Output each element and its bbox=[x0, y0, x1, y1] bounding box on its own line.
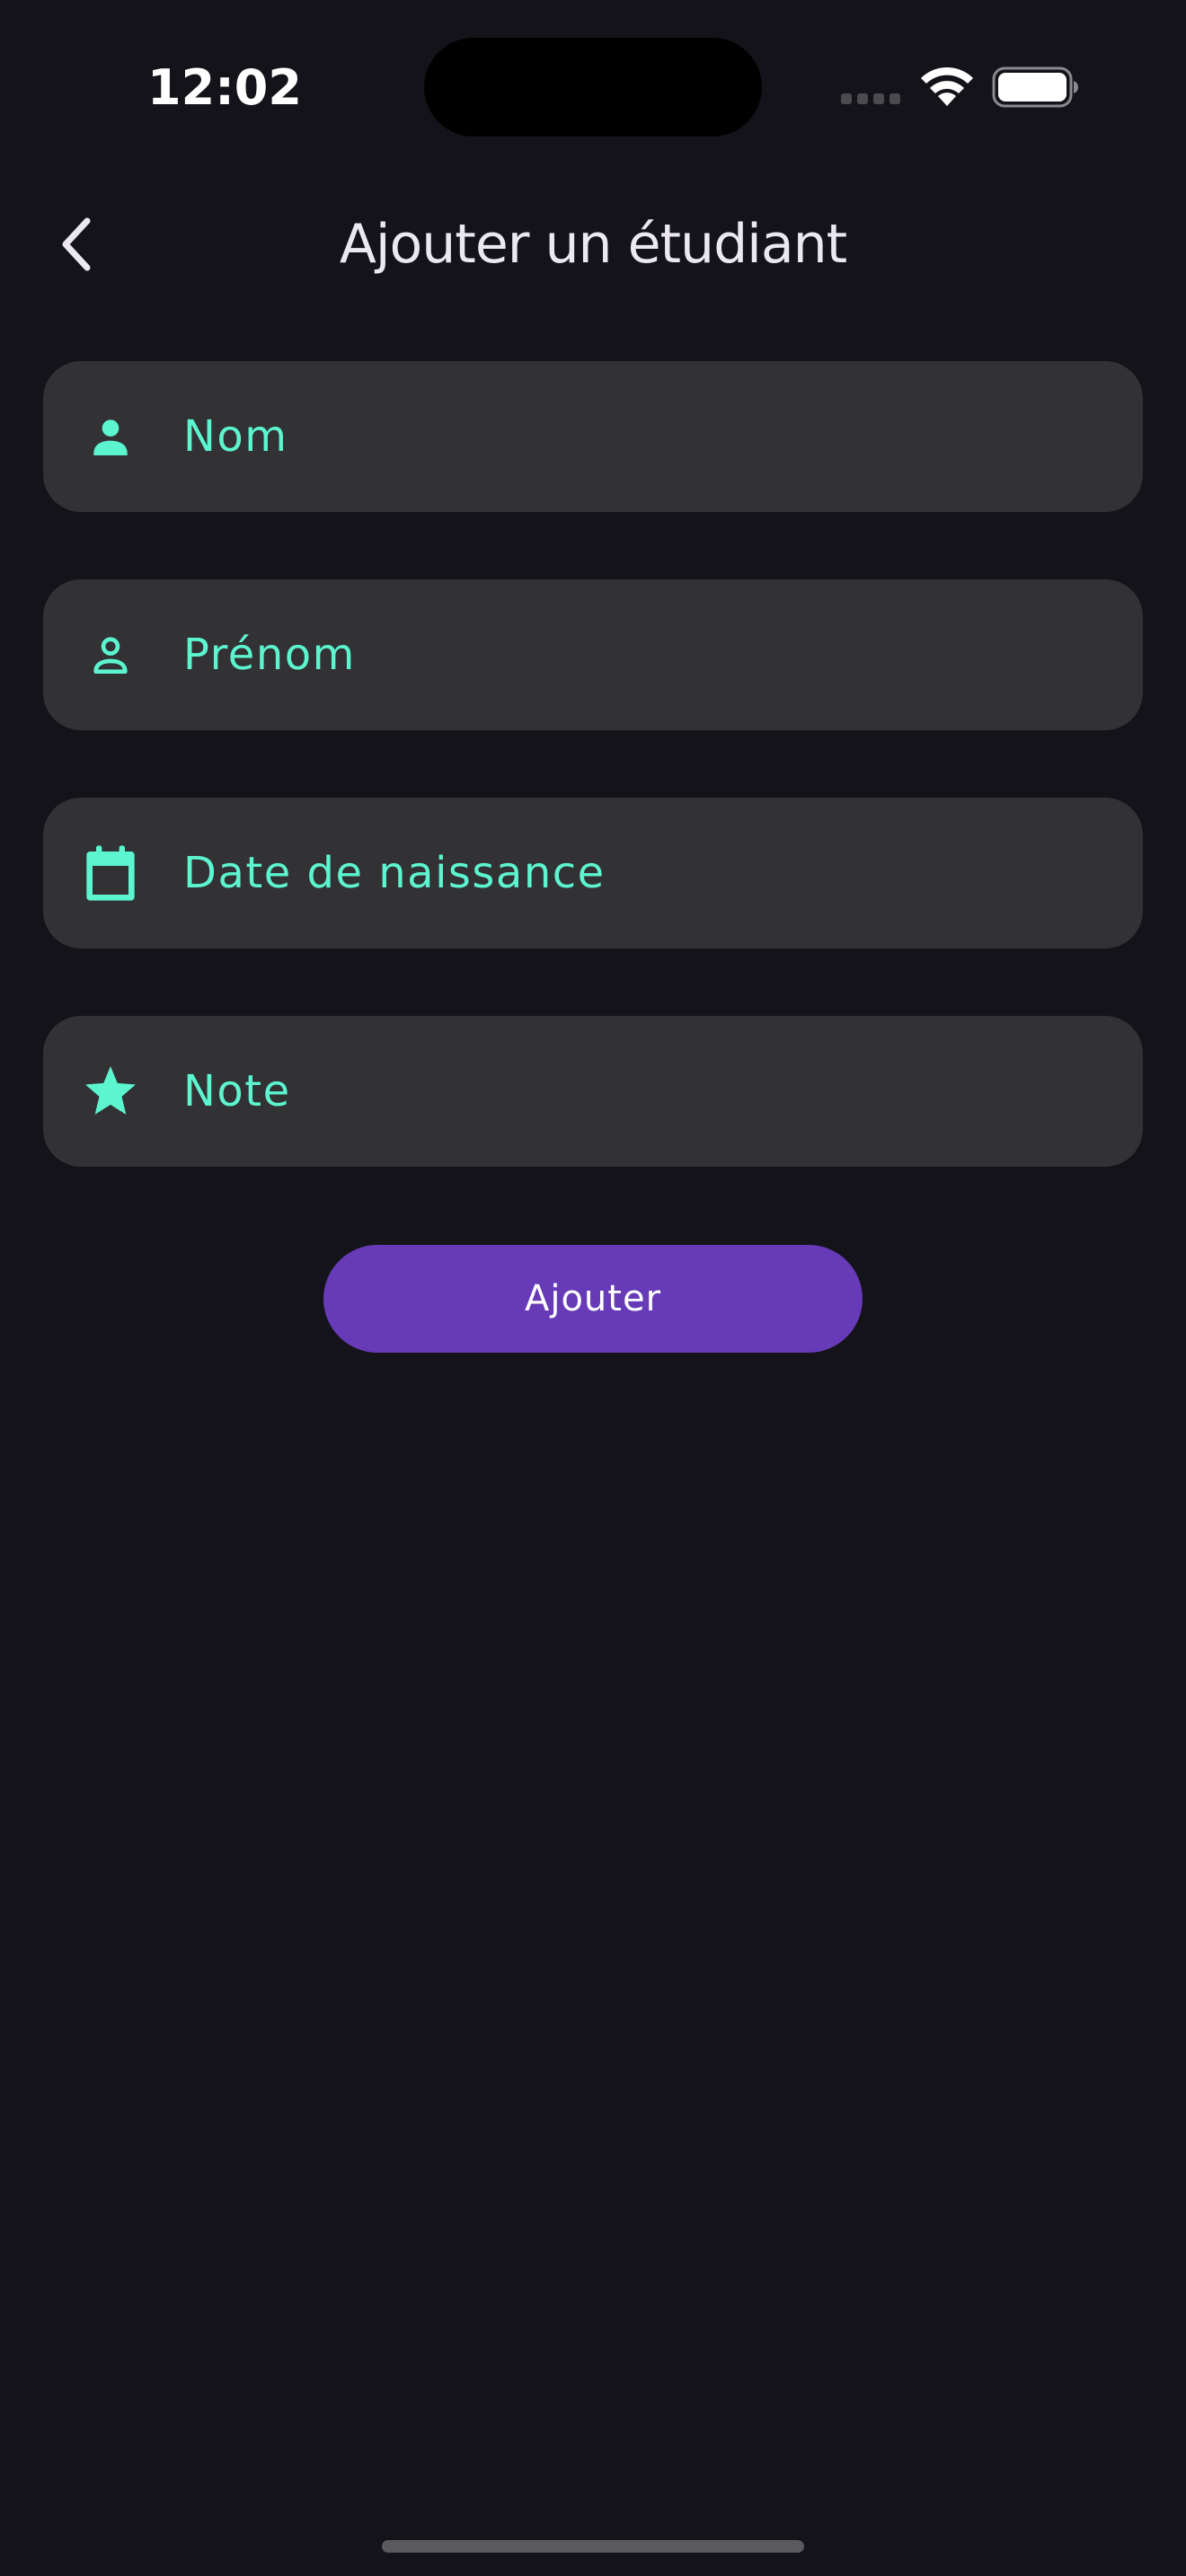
prenom-field[interactable] bbox=[43, 579, 1143, 730]
status-bar: 12:02 bbox=[0, 0, 1186, 171]
calendar-icon bbox=[79, 842, 142, 904]
person-outline-icon bbox=[79, 623, 142, 686]
note-input[interactable] bbox=[183, 1016, 1100, 1167]
note-field[interactable] bbox=[43, 1016, 1143, 1167]
person-filled-icon bbox=[79, 405, 142, 468]
back-button[interactable] bbox=[45, 199, 108, 289]
star-icon bbox=[79, 1060, 142, 1123]
ajouter-button[interactable]: Ajouter bbox=[323, 1245, 863, 1353]
wifi-icon bbox=[921, 66, 973, 106]
status-time: 12:02 bbox=[147, 59, 302, 116]
date-de-naissance-field[interactable] bbox=[43, 798, 1143, 948]
signal-dots-icon bbox=[841, 93, 902, 106]
date-de-naissance-input[interactable] bbox=[183, 798, 1100, 948]
dynamic-island bbox=[424, 38, 762, 137]
chevron-left-icon bbox=[62, 217, 91, 271]
nom-input[interactable] bbox=[183, 361, 1100, 512]
page-title: Ajouter un étudiant bbox=[339, 213, 847, 276]
home-indicator[interactable] bbox=[382, 2540, 804, 2553]
prenom-input[interactable] bbox=[183, 579, 1100, 730]
nom-field[interactable] bbox=[43, 361, 1143, 512]
battery-icon bbox=[992, 66, 1078, 108]
